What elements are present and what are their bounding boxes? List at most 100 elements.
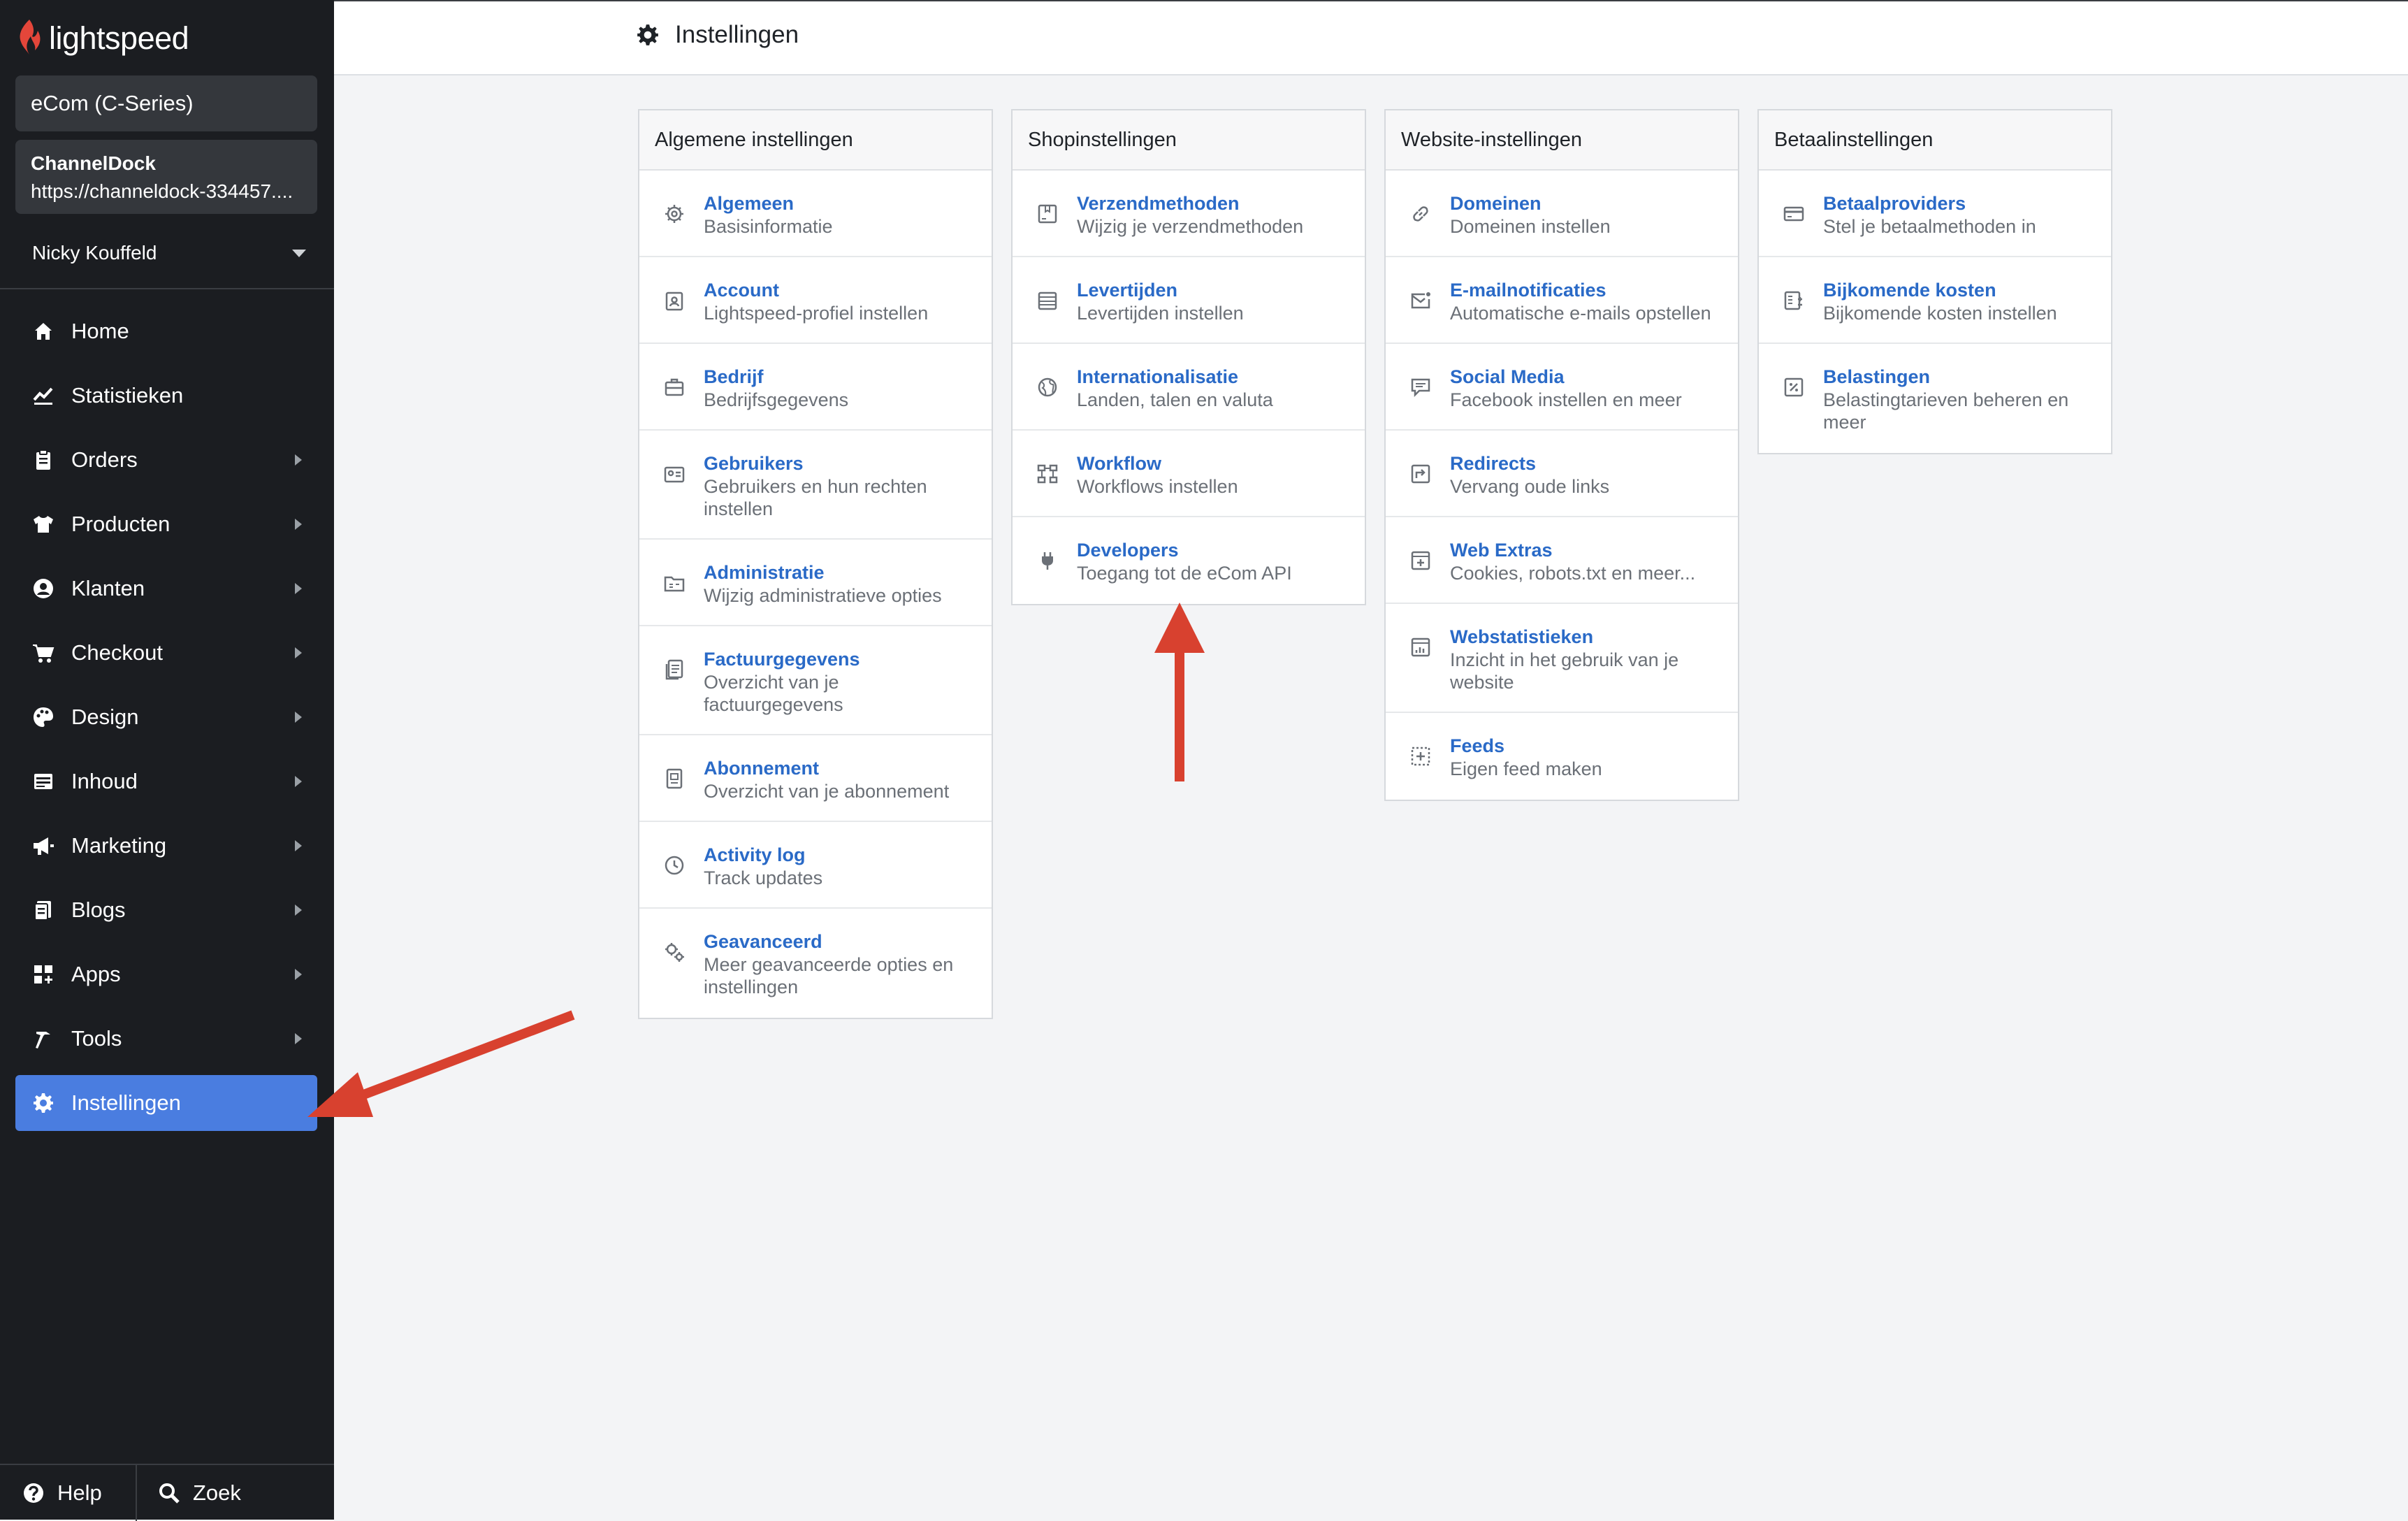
item-description: Wijzig administratieve opties bbox=[704, 585, 942, 606]
settings-item-internationalisatie[interactable]: Internationalisatie Landen, talen en valu… bbox=[1013, 344, 1365, 431]
chevron-right-icon bbox=[295, 904, 302, 916]
sidebar-item-instellingen[interactable]: Instellingen bbox=[15, 1075, 317, 1131]
settings-item-domeinen[interactable]: Domeinen Domeinen instellen bbox=[1386, 171, 1738, 257]
settings-item-social-media[interactable]: Social Media Facebook instellen en meer bbox=[1386, 344, 1738, 431]
item-description-line2: instellingen bbox=[704, 976, 799, 997]
sidebar-item-orders[interactable]: Orders bbox=[15, 432, 317, 488]
sidebar-item-apps[interactable]: Apps bbox=[15, 946, 317, 1002]
sidebar-item-label: Instellingen bbox=[71, 1090, 181, 1115]
sidebar-item-design[interactable]: Design bbox=[15, 689, 317, 745]
settings-item-activity-log[interactable]: Activity log Track updates bbox=[639, 822, 992, 909]
brand-logo[interactable]: lightspeed bbox=[15, 15, 189, 62]
sidebar-item-marketing[interactable]: Marketing bbox=[15, 818, 317, 874]
settings-item-abonnement[interactable]: Abonnement Overzicht van je abonnement bbox=[639, 735, 992, 822]
shop-name: ChannelDock bbox=[31, 152, 156, 174]
sidebar-item-checkout[interactable]: Checkout bbox=[15, 625, 317, 681]
mail-icon bbox=[1407, 287, 1435, 315]
clock-icon bbox=[660, 851, 688, 879]
chevron-down-icon bbox=[292, 249, 306, 257]
sidebar-divider bbox=[0, 288, 334, 289]
brand-name: lightspeed bbox=[49, 20, 189, 56]
sidebar-nav: Home Statistieken Orders Producten Klant… bbox=[15, 303, 317, 1139]
settings-item-verzendmethoden[interactable]: Verzendmethoden Wijzig je verzendmethoden bbox=[1013, 171, 1365, 257]
shop-selector[interactable]: ChannelDock https://channeldock-334457..… bbox=[15, 140, 317, 214]
settings-item-algemeen[interactable]: Algemeen Basisinformatie bbox=[639, 171, 992, 257]
item-title: Feeds bbox=[1450, 735, 1505, 756]
help-icon bbox=[22, 1482, 45, 1504]
page-title: Instellingen bbox=[636, 21, 799, 49]
item-description: Bedrijfsgegevens bbox=[704, 389, 849, 410]
settings-item-bijkomende-kosten[interactable]: Bijkomende kosten Bijkomende kosten inste… bbox=[1759, 257, 2111, 344]
search-icon bbox=[158, 1482, 180, 1504]
sidebar-item-inhoud[interactable]: Inhoud bbox=[15, 754, 317, 809]
user-menu[interactable]: Nicky Kouffeld bbox=[32, 238, 306, 268]
sidebar-item-blogs[interactable]: Blogs bbox=[15, 882, 317, 938]
sidebar-item-label: Producten bbox=[71, 512, 171, 536]
item-title: Domeinen bbox=[1450, 193, 1542, 214]
item-description-line2: meer bbox=[1823, 412, 1866, 433]
stats-icon bbox=[1407, 633, 1435, 661]
item-title: Geavanceerd bbox=[704, 931, 822, 952]
help-button[interactable]: Help bbox=[0, 1465, 137, 1521]
item-title: Gebruikers bbox=[704, 453, 804, 474]
settings-item-e-mailnotificaties[interactable]: E-mailnotificaties Automatische e-mails o… bbox=[1386, 257, 1738, 344]
sidebar-item-tools[interactable]: Tools bbox=[15, 1011, 317, 1067]
item-description: Bijkomende kosten instellen bbox=[1823, 303, 2057, 324]
flame-icon bbox=[15, 18, 43, 59]
item-title: Redirects bbox=[1450, 453, 1537, 474]
search-label: Zoek bbox=[193, 1480, 241, 1505]
feed-icon bbox=[1407, 742, 1435, 770]
item-description: Inzicht in het gebruik van je bbox=[1450, 649, 1679, 670]
settings-item-developers[interactable]: Developers Toegang tot de eCom API bbox=[1013, 517, 1365, 604]
sidebar-item-klanten[interactable]: Klanten bbox=[15, 561, 317, 617]
search-button[interactable]: Zoek bbox=[137, 1465, 241, 1521]
sidebar-item-home[interactable]: Home bbox=[15, 303, 317, 359]
shirt-icon bbox=[29, 510, 57, 538]
settings-item-webstatistieken[interactable]: Webstatistieken Inzicht in het gebruik va… bbox=[1386, 604, 1738, 713]
settings-item-bedrijf[interactable]: Bedrijf Bedrijfsgegevens bbox=[639, 344, 992, 431]
shop-type-selector[interactable]: eCom (C-Series) bbox=[15, 75, 317, 131]
settings-item-account[interactable]: Account Lightspeed-profiel instellen bbox=[639, 257, 992, 344]
settings-item-feeds[interactable]: Feeds Eigen feed maken bbox=[1386, 713, 1738, 800]
settings-item-gebruikers[interactable]: Gebruikers Gebruikers en hun rechten inste… bbox=[639, 431, 992, 540]
top-bar: Instellingen bbox=[334, 0, 2408, 75]
item-title: Levertijden bbox=[1077, 280, 1178, 301]
sidebar-item-producten[interactable]: Producten bbox=[15, 496, 317, 552]
settings-item-redirects[interactable]: Redirects Vervang oude links bbox=[1386, 431, 1738, 517]
chevron-right-icon bbox=[295, 454, 302, 466]
settings-item-workflow[interactable]: Workflow Workflows instellen bbox=[1013, 431, 1365, 517]
user-circle-icon bbox=[29, 575, 57, 603]
sidebar-item-statistieken[interactable]: Statistieken bbox=[15, 368, 317, 424]
gear-icon bbox=[636, 23, 660, 47]
item-title: Abonnement bbox=[704, 758, 819, 779]
chevron-right-icon bbox=[295, 647, 302, 658]
blog-icon bbox=[29, 896, 57, 924]
chevron-right-icon bbox=[295, 712, 302, 723]
app: lightspeed eCom (C-Series) ChannelDock h… bbox=[0, 0, 2408, 1521]
settings-item-betaalproviders[interactable]: Betaalproviders Stel je betaalmethoden in bbox=[1759, 171, 2111, 257]
chevron-right-icon bbox=[295, 1033, 302, 1044]
settings-item-levertijden[interactable]: Levertijden Levertijden instellen bbox=[1013, 257, 1365, 344]
sidebar-item-label: Apps bbox=[71, 962, 121, 986]
card-title: Algemene instellingen bbox=[639, 110, 992, 171]
annotation-arrow-left bbox=[307, 1010, 575, 1117]
sidebar-item-label: Inhoud bbox=[71, 769, 138, 793]
settings-item-administratie[interactable]: Administratie Wijzig administratieve opti… bbox=[639, 540, 992, 626]
settings-item-web-extras[interactable]: Web Extras Cookies, robots.txt en meer... bbox=[1386, 517, 1738, 604]
item-description: Stel je betaalmethoden in bbox=[1823, 216, 2036, 237]
item-description: Overzicht van je bbox=[704, 672, 839, 693]
item-title: Betaalproviders bbox=[1823, 193, 1966, 214]
item-title: Verzendmethoden bbox=[1077, 193, 1240, 214]
gears-icon bbox=[660, 938, 688, 966]
tax-icon bbox=[1780, 373, 1808, 401]
card-shopinstellingen: Shopinstellingen Verzendmethoden Wijzig j… bbox=[1011, 109, 1366, 605]
item-description: Vervang oude links bbox=[1450, 476, 1610, 497]
settings-item-belastingen[interactable]: Belastingen Belastingtarieven beheren en m… bbox=[1759, 344, 2111, 453]
item-title: Developers bbox=[1077, 540, 1179, 561]
settings-item-geavanceerd[interactable]: Geavanceerd Meer geavanceerde opties en in… bbox=[639, 909, 992, 1018]
redirect-icon bbox=[1407, 460, 1435, 488]
sidebar-item-label: Checkout bbox=[71, 640, 163, 665]
settings-item-factuurgegevens[interactable]: Factuurgegevens Overzicht van je factuurge… bbox=[639, 626, 992, 735]
chat-icon bbox=[1407, 373, 1435, 401]
briefcase-icon bbox=[660, 373, 688, 401]
